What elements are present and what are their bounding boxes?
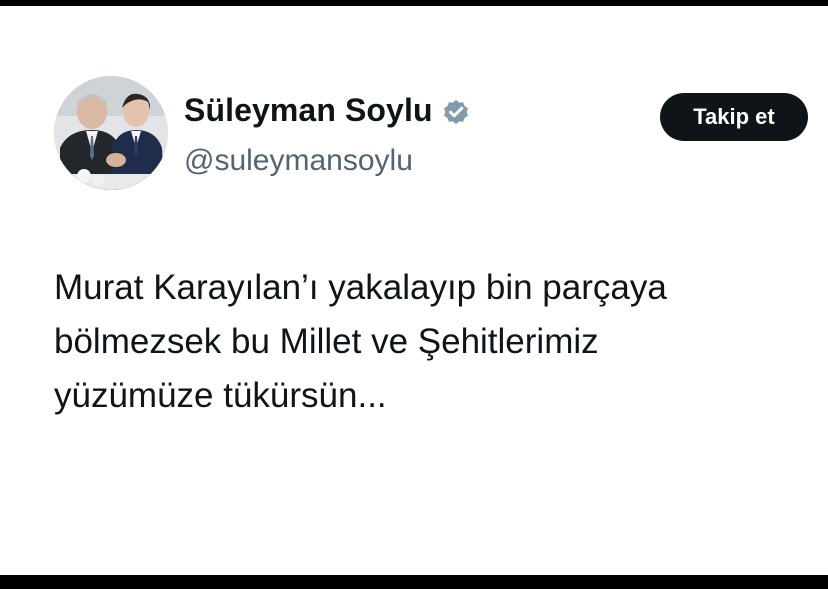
tweet-text: Murat Karayılan’ı yakalayıp bin parçaya … bbox=[54, 261, 814, 423]
author-display-name[interactable]: Süleyman Soylu bbox=[184, 92, 433, 129]
author-handle[interactable]: @suleymansoylu bbox=[184, 144, 413, 178]
avatar-photo bbox=[54, 76, 168, 190]
tweet-text-line: Murat Karayılan’ı yakalayıp bin parçaya bbox=[54, 268, 667, 307]
verified-badge-icon bbox=[441, 97, 471, 127]
author-name-row: Süleyman Soylu bbox=[184, 92, 471, 129]
tweet-card: Süleyman Soylu @suleymansoylu Takip et M… bbox=[0, 6, 828, 575]
follow-button[interactable]: Takip et bbox=[660, 93, 808, 141]
tweet-text-line: yüzümüze tükürsün... bbox=[54, 376, 387, 415]
tweet-text-line: bölmezsek bu Millet ve Şehitlerimiz bbox=[54, 322, 599, 361]
avatar[interactable] bbox=[54, 76, 168, 190]
